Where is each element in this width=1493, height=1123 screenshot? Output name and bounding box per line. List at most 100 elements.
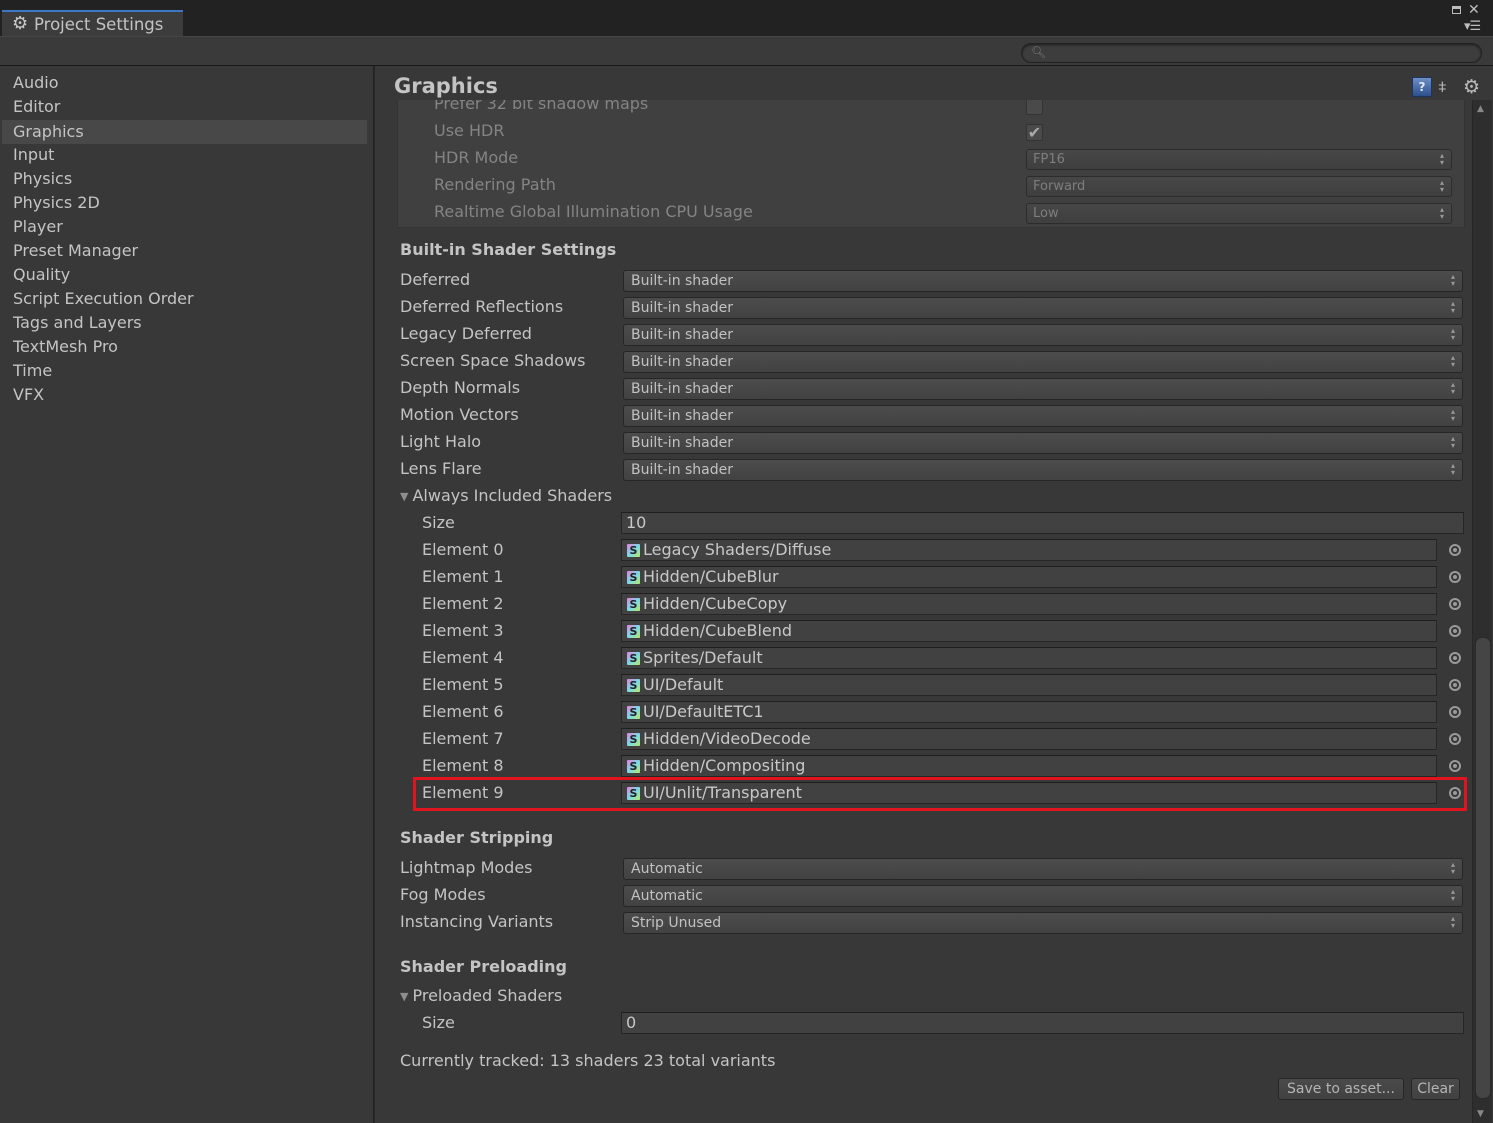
- object-picker-icon[interactable]: [1449, 544, 1461, 556]
- search-input[interactable]: [1046, 44, 1476, 62]
- object-picker-icon[interactable]: [1449, 733, 1461, 745]
- sidebar-item-textmesh-pro[interactable]: TextMesh Pro: [2, 335, 367, 359]
- deferred-dropdown[interactable]: Built-in shader ▴ ▾: [623, 270, 1463, 292]
- realtime-gi-cpu-value: Low: [1033, 206, 1059, 221]
- sidebar-item-tags-and-layers[interactable]: Tags and Layers: [2, 311, 367, 335]
- gear-icon[interactable]: ⚙: [1463, 77, 1483, 97]
- sidebar-item-physics[interactable]: Physics: [2, 167, 367, 191]
- sidebar-item-player[interactable]: Player: [2, 215, 367, 239]
- always-included-size-input[interactable]: 10: [621, 512, 1464, 534]
- shader-icon: S: [627, 598, 640, 611]
- motion-vectors-label: Motion Vectors: [400, 405, 519, 424]
- lens-flare-dropdown[interactable]: Built-in shader ▴ ▾: [623, 459, 1463, 481]
- element-3-field[interactable]: S Hidden/CubeBlend: [621, 620, 1437, 642]
- hdr-mode-dropdown[interactable]: FP16 ▴ ▾: [1026, 149, 1452, 170]
- depth-normals-value: Built-in shader: [631, 381, 734, 397]
- deferred-reflections-dropdown[interactable]: Built-in shader ▴ ▾: [623, 297, 1463, 319]
- element-1-value: Hidden/CubeBlur: [643, 567, 779, 586]
- screen-space-shadows-label: Screen Space Shadows: [400, 351, 586, 370]
- clear-button[interactable]: Clear: [1411, 1078, 1460, 1100]
- element-7-value: Hidden/VideoDecode: [643, 729, 811, 748]
- element-6-field[interactable]: S UI/DefaultETC1: [621, 701, 1437, 723]
- fog-modes-dropdown[interactable]: Automatic ▴ ▾: [623, 885, 1463, 907]
- sidebar-item-time[interactable]: Time: [2, 359, 367, 383]
- toolbar: 🔍︎: [0, 36, 1493, 66]
- rendering-path-dropdown[interactable]: Forward ▴ ▾: [1026, 176, 1452, 197]
- vertical-scrollbar[interactable]: ▲ ▼: [1472, 100, 1492, 1123]
- window-menu-icon[interactable]: ▾☰: [1464, 19, 1481, 34]
- realtime-gi-cpu-dropdown[interactable]: Low ▴ ▾: [1026, 203, 1452, 224]
- preloaded-size-input[interactable]: 0: [621, 1012, 1464, 1034]
- close-icon[interactable]: ✕: [1468, 2, 1480, 18]
- light-halo-dropdown[interactable]: Built-in shader ▴ ▾: [623, 432, 1463, 454]
- element-4-label: Element 4: [422, 648, 504, 667]
- shader-icon: S: [627, 625, 640, 638]
- use-hdr-checkbox[interactable]: ✔: [1026, 124, 1043, 141]
- instancing-variants-value: Strip Unused: [631, 915, 722, 931]
- legacy-deferred-label: Legacy Deferred: [400, 324, 532, 343]
- legacy-deferred-dropdown[interactable]: Built-in shader ▴ ▾: [623, 324, 1463, 346]
- sidebar-item-preset-manager[interactable]: Preset Manager: [2, 239, 367, 263]
- object-picker-icon[interactable]: [1449, 652, 1461, 664]
- preset-icon[interactable]: ⧧: [1438, 77, 1458, 97]
- search-icon: 🔍︎: [1031, 45, 1047, 59]
- light-halo-value: Built-in shader: [631, 435, 734, 451]
- window-tabstrip: ⚙ Project Settings ✕ ▾☰: [0, 0, 1493, 36]
- object-picker-icon[interactable]: [1449, 760, 1461, 772]
- preloaded-shaders-foldout[interactable]: ▼ Preloaded Shaders: [400, 986, 562, 1005]
- search-box[interactable]: 🔍︎: [1021, 43, 1482, 63]
- page-title: Graphics: [394, 74, 498, 98]
- sidebar-item-physics-2d[interactable]: Physics 2D: [2, 191, 367, 215]
- element-4-field[interactable]: S Sprites/Default: [621, 647, 1437, 669]
- sidebar-item-vfx[interactable]: VFX: [2, 383, 367, 407]
- sidebar-item-graphics[interactable]: Graphics: [2, 120, 367, 144]
- prefer-32bit-shadow-maps-checkbox[interactable]: [1026, 98, 1043, 115]
- save-to-asset-button[interactable]: Save to asset...: [1278, 1078, 1404, 1100]
- screen-space-shadows-dropdown[interactable]: Built-in shader ▴ ▾: [623, 351, 1463, 373]
- scrollbar-thumb[interactable]: [1475, 637, 1491, 1099]
- object-picker-icon[interactable]: [1449, 625, 1461, 637]
- instancing-variants-dropdown[interactable]: Strip Unused ▴ ▾: [623, 912, 1463, 934]
- shader-icon: S: [627, 706, 640, 719]
- foldout-expanded-icon: ▼: [400, 490, 409, 503]
- preloaded-shaders-label: Preloaded Shaders: [412, 986, 563, 1005]
- sidebar-item-audio[interactable]: Audio: [2, 71, 367, 95]
- use-hdr-label: Use HDR: [434, 121, 505, 140]
- dropdown-arrows-icon: ▴ ▾: [1439, 205, 1444, 221]
- element-2-field[interactable]: S Hidden/CubeCopy: [621, 593, 1437, 615]
- fog-modes-label: Fog Modes: [400, 885, 486, 904]
- dropdown-arrows-icon: ▴ ▾: [1450, 887, 1455, 903]
- help-icon[interactable]: ?: [1412, 77, 1432, 97]
- object-picker-icon[interactable]: [1449, 571, 1461, 583]
- object-picker-icon[interactable]: [1449, 706, 1461, 718]
- element-1-label: Element 1: [422, 567, 504, 586]
- depth-normals-dropdown[interactable]: Built-in shader ▴ ▾: [623, 378, 1463, 400]
- fog-modes-value: Automatic: [631, 888, 703, 904]
- element-9-label: Element 9: [422, 783, 504, 802]
- scroll-down-arrow-icon[interactable]: ▼: [1477, 1109, 1484, 1119]
- object-picker-icon[interactable]: [1449, 598, 1461, 610]
- tab-project-settings[interactable]: ⚙ Project Settings: [2, 10, 183, 36]
- element-8-field[interactable]: S Hidden/Compositing: [621, 755, 1437, 777]
- object-picker-icon[interactable]: [1449, 679, 1461, 691]
- settings-gear-icon: ⚙: [12, 13, 29, 34]
- element-1-field[interactable]: S Hidden/CubeBlur: [621, 566, 1437, 588]
- shader-preloading-title: Shader Preloading: [400, 957, 567, 976]
- sidebar-item-script-execution-order[interactable]: Script Execution Order: [2, 287, 367, 311]
- object-picker-icon[interactable]: [1449, 787, 1461, 799]
- element-5-field[interactable]: S UI/Default: [621, 674, 1437, 696]
- element-0-field[interactable]: S Legacy Shaders/Diffuse: [621, 539, 1437, 561]
- sidebar-item-input[interactable]: Input: [2, 143, 367, 167]
- motion-vectors-dropdown[interactable]: Built-in shader ▴ ▾: [623, 405, 1463, 427]
- preloaded-size-label: Size: [422, 1013, 455, 1032]
- sidebar-item-quality[interactable]: Quality: [2, 263, 367, 287]
- always-included-shaders-foldout[interactable]: ▼ Always Included Shaders: [400, 486, 612, 505]
- lightmap-modes-dropdown[interactable]: Automatic ▴ ▾: [623, 858, 1463, 880]
- always-included-size-label: Size: [422, 513, 455, 532]
- maximize-icon[interactable]: [1452, 6, 1461, 14]
- element-7-field[interactable]: S Hidden/VideoDecode: [621, 728, 1437, 750]
- element-9-field[interactable]: S UI/Unlit/Transparent: [621, 782, 1437, 804]
- builtin-shader-settings-title: Built-in Shader Settings: [400, 240, 617, 259]
- scroll-up-arrow-icon[interactable]: ▲: [1477, 104, 1484, 114]
- sidebar-item-editor[interactable]: Editor: [2, 95, 367, 119]
